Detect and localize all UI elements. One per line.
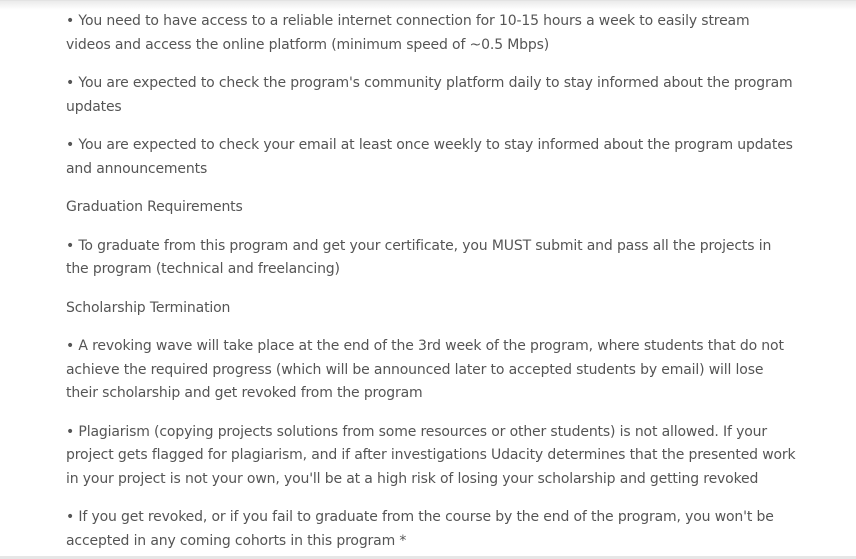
revoked-cohort-text: • If you get revoked, or if you fail to …: [66, 509, 774, 549]
internet-requirement-text: • You need to have access to a reliable …: [66, 13, 750, 53]
graduation-requirements-heading: Graduation Requirements: [66, 199, 243, 215]
scroll-container-top-edge: [0, 0, 856, 10]
plagiarism-text: • Plagiarism (copying projects solutions…: [66, 423, 796, 487]
form-description: • You need to have access to a reliable …: [66, 10, 796, 553]
email-requirement-text: • You are expected to check your email a…: [66, 137, 793, 177]
scholarship-termination-heading: Scholarship Termination: [66, 299, 231, 316]
revoking-wave-text: • A revoking wave will take place at the…: [66, 338, 784, 401]
community-requirement-text: • You are expected to check the program'…: [66, 75, 793, 115]
graduation-requirement-text: • To graduate from this program and get …: [66, 237, 772, 278]
